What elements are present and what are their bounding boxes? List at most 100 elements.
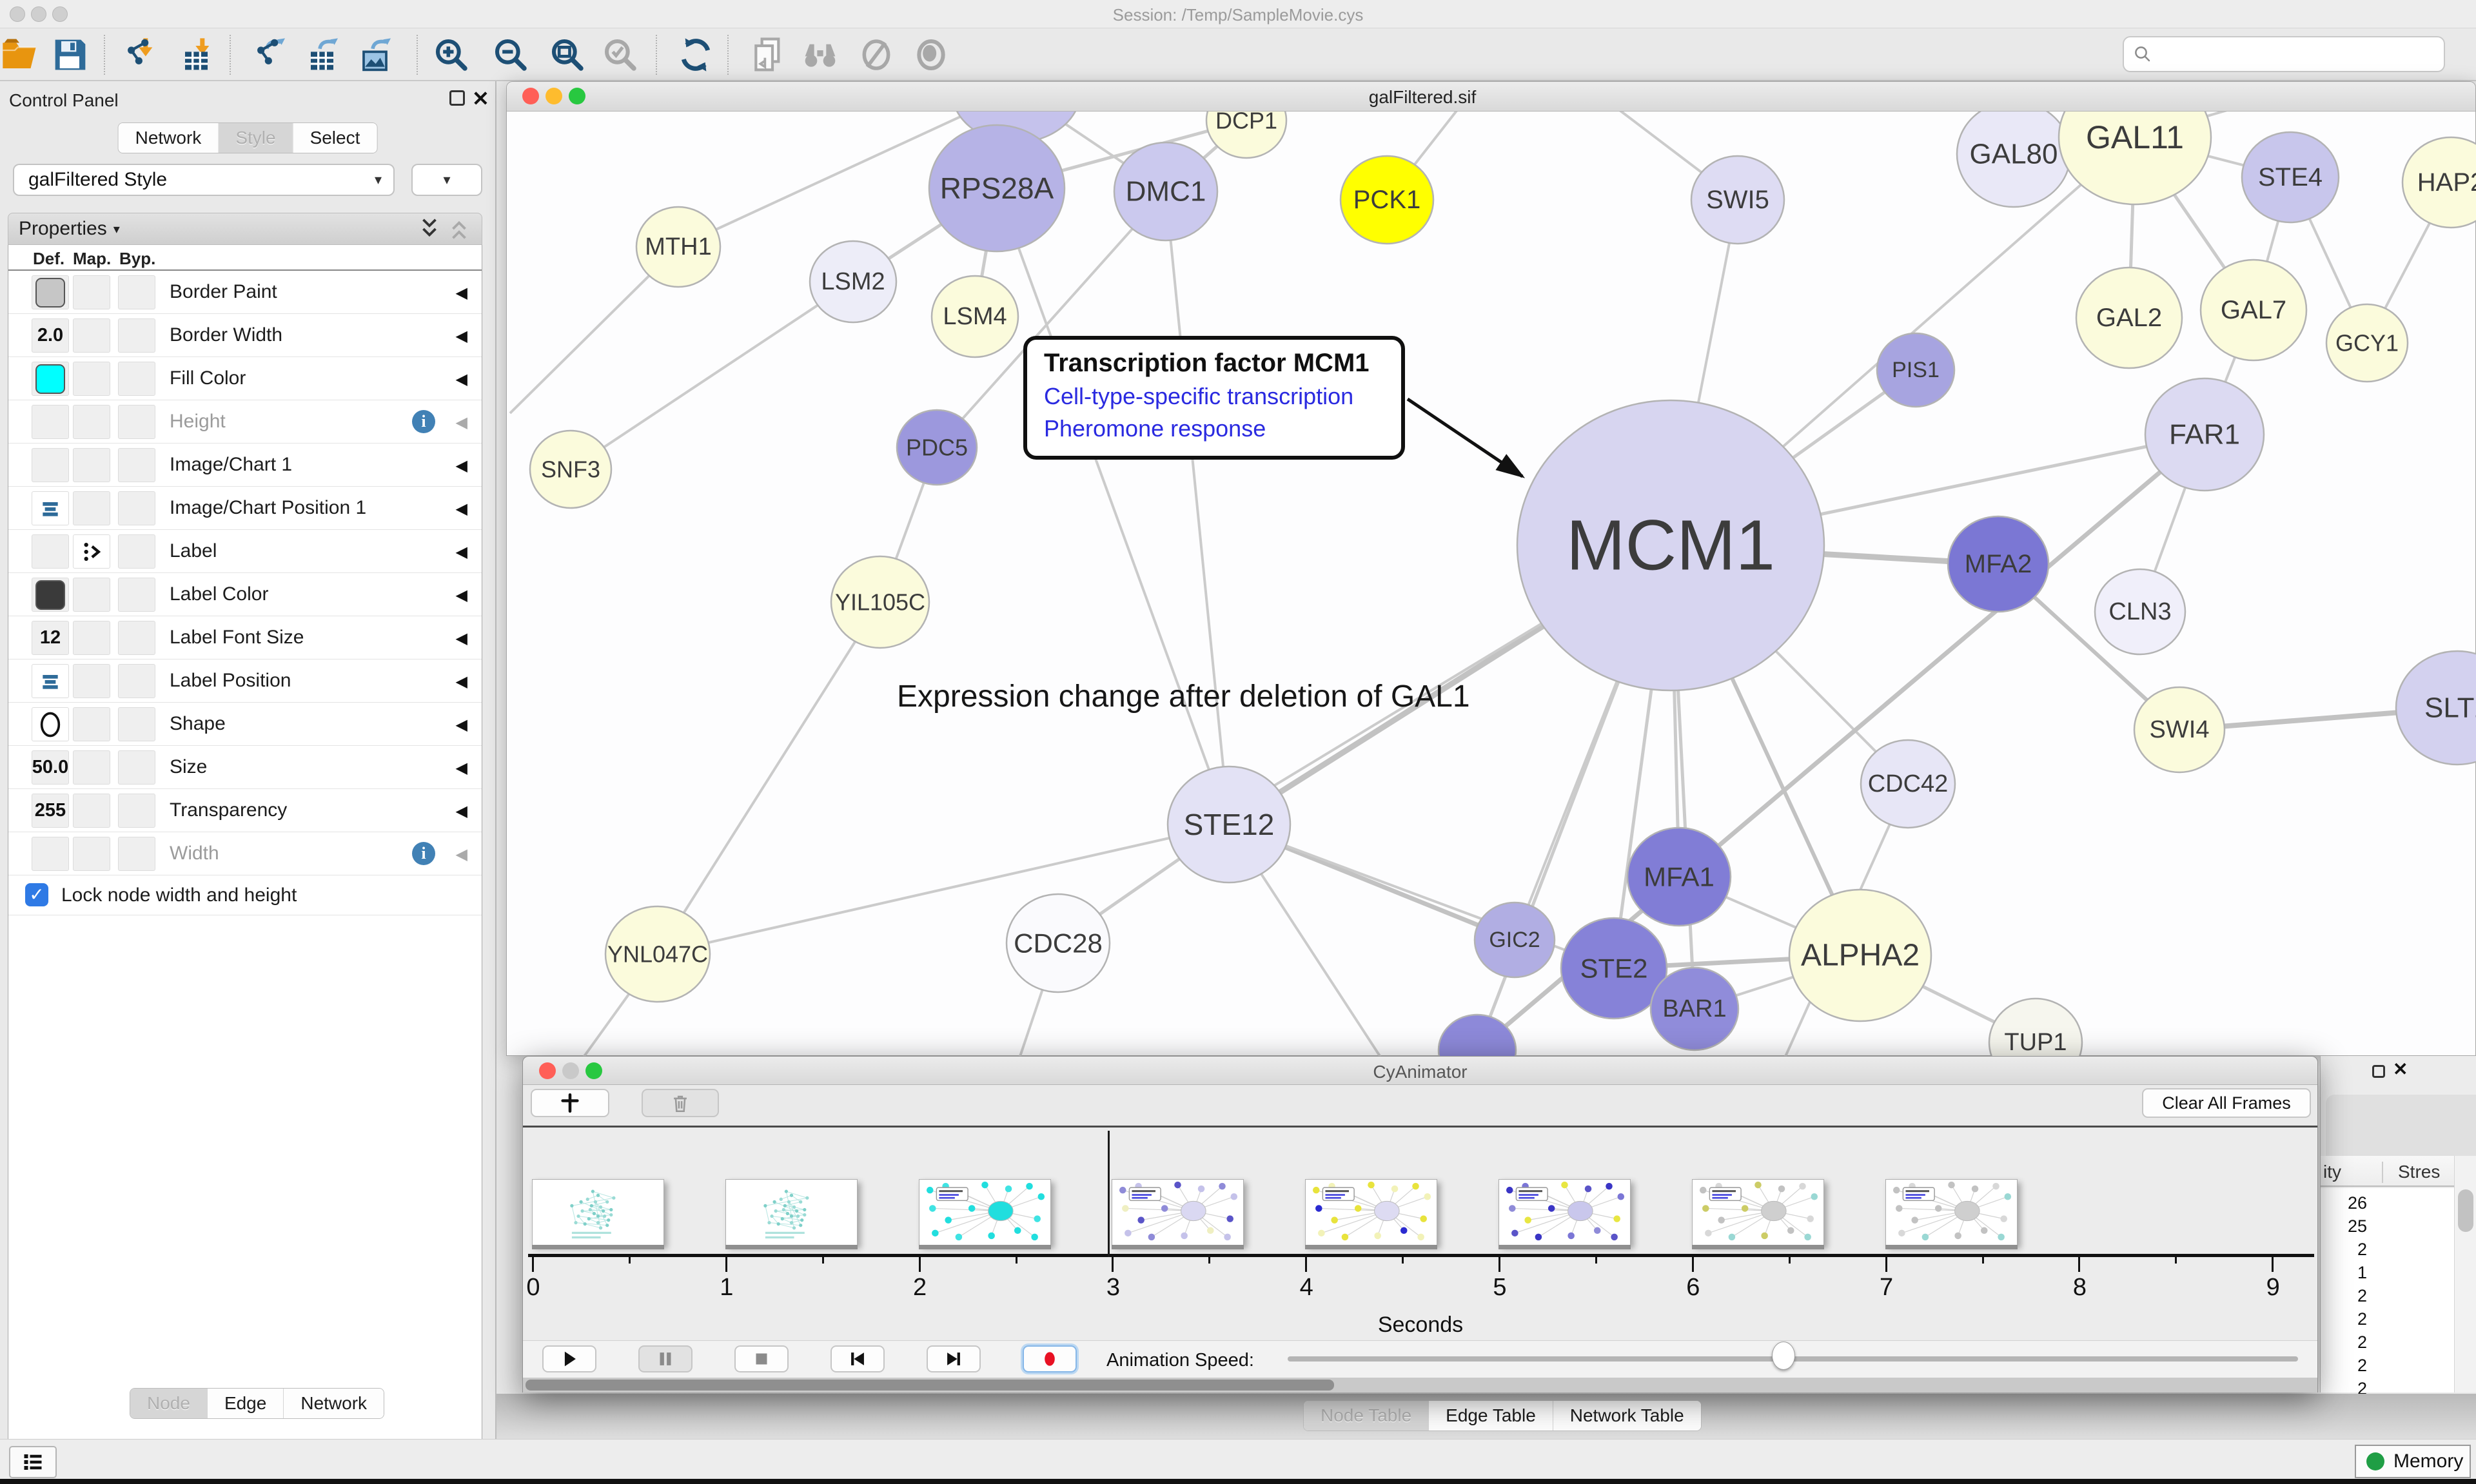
default-value-cell[interactable] bbox=[32, 491, 69, 525]
window-zoom-button[interactable] bbox=[569, 88, 585, 104]
animation-frame-4s[interactable] bbox=[1305, 1179, 1437, 1245]
default-value-cell[interactable] bbox=[32, 448, 69, 482]
window-minimize-button[interactable] bbox=[562, 1062, 579, 1079]
animation-frame-0s[interactable] bbox=[532, 1179, 664, 1245]
bypass-cell[interactable] bbox=[118, 534, 155, 569]
table-cell[interactable]: 25 bbox=[2321, 1216, 2367, 1236]
float-panel-icon[interactable] bbox=[2372, 1065, 2385, 1078]
bypass-cell[interactable] bbox=[118, 318, 155, 353]
default-value-cell[interactable] bbox=[32, 405, 69, 439]
browser-tab-edge[interactable]: Edge bbox=[207, 1389, 283, 1418]
export-table-icon[interactable] bbox=[306, 37, 342, 73]
window-close-button[interactable] bbox=[10, 6, 25, 22]
network-node-GIC2[interactable]: GIC2 bbox=[1475, 903, 1555, 977]
network-node-LSM4[interactable]: LSM4 bbox=[932, 276, 1018, 357]
network-edge-STE12-YNL047C[interactable] bbox=[658, 825, 1229, 954]
expand-row-icon[interactable]: ◀ bbox=[456, 672, 467, 691]
network-node-DCP1[interactable]: DCP1 bbox=[1206, 112, 1286, 158]
mapping-cell[interactable] bbox=[73, 534, 110, 569]
window-zoom-button[interactable] bbox=[585, 1062, 602, 1079]
bypass-cell[interactable] bbox=[118, 707, 155, 741]
network-node-SNF3[interactable]: SNF3 bbox=[530, 431, 611, 508]
tab-network[interactable]: Network bbox=[119, 123, 219, 153]
bypass-cell[interactable] bbox=[118, 448, 155, 482]
expand-all-icon[interactable] bbox=[417, 217, 442, 241]
property-row-image-chart-1[interactable]: Image/Chart 1◀ bbox=[8, 444, 482, 487]
export-image-icon[interactable] bbox=[359, 37, 395, 73]
default-value-cell[interactable]: 12 bbox=[32, 621, 69, 655]
network-node-GAL80[interactable]: GAL80 bbox=[1957, 112, 2070, 207]
table-cell[interactable]: 2 bbox=[2321, 1240, 2367, 1260]
network-node-YIL105C[interactable]: YIL105C bbox=[831, 556, 929, 648]
table-cell[interactable]: 2 bbox=[2321, 1309, 2367, 1329]
annotation-link[interactable]: Cell-type-specific transcription bbox=[1044, 383, 1401, 410]
scrollbar-thumb[interactable] bbox=[526, 1380, 1334, 1391]
mapping-cell[interactable] bbox=[73, 707, 110, 741]
close-panel-icon[interactable]: ✕ bbox=[472, 86, 489, 111]
bypass-cell[interactable] bbox=[118, 750, 155, 785]
network-node-RPS28A[interactable]: RPS28A bbox=[929, 125, 1065, 251]
animation-frame-7s[interactable] bbox=[1885, 1179, 2018, 1245]
bypass-cell[interactable] bbox=[118, 578, 155, 612]
default-value-cell[interactable] bbox=[32, 664, 69, 698]
search-input[interactable] bbox=[2159, 44, 2430, 64]
default-value-cell[interactable] bbox=[32, 275, 69, 309]
bypass-cell[interactable] bbox=[118, 275, 155, 309]
float-panel-icon[interactable] bbox=[449, 90, 465, 106]
network-node-SWI4[interactable]: SWI4 bbox=[2134, 687, 2225, 772]
default-value-cell[interactable] bbox=[32, 578, 69, 612]
export-network-icon[interactable] bbox=[253, 37, 290, 73]
bypass-cell[interactable] bbox=[118, 362, 155, 396]
mapping-cell[interactable] bbox=[73, 405, 110, 439]
table-cell[interactable]: 2 bbox=[2321, 1333, 2367, 1352]
network-node-SWI5[interactable]: SWI5 bbox=[1691, 156, 1784, 244]
import-network-icon[interactable] bbox=[124, 37, 160, 73]
property-row-height[interactable]: Heighti◀ bbox=[8, 400, 482, 444]
expand-row-icon[interactable]: ◀ bbox=[456, 456, 467, 475]
expand-row-icon[interactable]: ◀ bbox=[456, 586, 467, 605]
property-row-label-font-size[interactable]: 12Label Font Size◀ bbox=[8, 616, 482, 659]
window-close-button[interactable] bbox=[539, 1062, 556, 1079]
network-node-CDC42[interactable]: CDC42 bbox=[1861, 740, 1955, 828]
table-cell[interactable]: 26 bbox=[2321, 1193, 2367, 1213]
mapping-cell[interactable] bbox=[73, 275, 110, 309]
import-table-icon[interactable] bbox=[181, 37, 217, 73]
expand-row-icon[interactable]: ◀ bbox=[456, 500, 467, 518]
timeline-playhead[interactable] bbox=[1108, 1131, 1110, 1257]
default-value-cell[interactable] bbox=[32, 707, 69, 741]
mapping-cell[interactable] bbox=[73, 578, 110, 612]
network-node-LSM2[interactable]: LSM2 bbox=[810, 241, 896, 322]
bypass-cell[interactable] bbox=[118, 837, 155, 871]
info-icon[interactable]: i bbox=[412, 410, 435, 433]
window-minimize-button[interactable] bbox=[31, 6, 46, 22]
property-row-border-paint[interactable]: Border Paint◀ bbox=[8, 271, 482, 314]
play-button[interactable] bbox=[542, 1345, 596, 1372]
expand-row-icon[interactable]: ◀ bbox=[456, 759, 467, 777]
mapping-cell[interactable] bbox=[73, 750, 110, 785]
table-cell[interactable]: 2 bbox=[2321, 1356, 2367, 1376]
add-frame-button[interactable] bbox=[531, 1089, 609, 1117]
table-cell[interactable]: 2 bbox=[2321, 1286, 2367, 1306]
window-close-button[interactable] bbox=[522, 88, 539, 104]
property-row-shape[interactable]: Shape◀ bbox=[8, 703, 482, 746]
network-node-GAL2[interactable]: GAL2 bbox=[2076, 268, 2182, 368]
default-value-cell[interactable] bbox=[32, 534, 69, 569]
style-options-button[interactable]: ▾ bbox=[411, 164, 482, 196]
browser-tab-network[interactable]: Network bbox=[283, 1389, 384, 1418]
default-value-cell[interactable] bbox=[32, 837, 69, 871]
network-window-titlebar[interactable]: galFiltered.sif bbox=[507, 82, 2475, 112]
info-icon[interactable]: i bbox=[412, 842, 435, 865]
expand-row-icon[interactable]: ◀ bbox=[456, 845, 467, 864]
save-icon[interactable] bbox=[52, 37, 88, 73]
default-value-cell[interactable] bbox=[32, 362, 69, 396]
property-row-label[interactable]: Label◀ bbox=[8, 530, 482, 573]
refresh-icon[interactable] bbox=[678, 37, 714, 73]
expand-row-icon[interactable]: ◀ bbox=[456, 284, 467, 302]
property-row-label-position[interactable]: Label Position◀ bbox=[8, 659, 482, 703]
bypass-cell[interactable] bbox=[118, 491, 155, 525]
bypass-cell[interactable] bbox=[118, 794, 155, 828]
close-panel-icon[interactable]: ✕ bbox=[2393, 1059, 2408, 1080]
mapping-cell[interactable] bbox=[73, 837, 110, 871]
network-node-PCK1[interactable]: PCK1 bbox=[1341, 156, 1433, 244]
expand-row-icon[interactable]: ◀ bbox=[456, 327, 467, 346]
